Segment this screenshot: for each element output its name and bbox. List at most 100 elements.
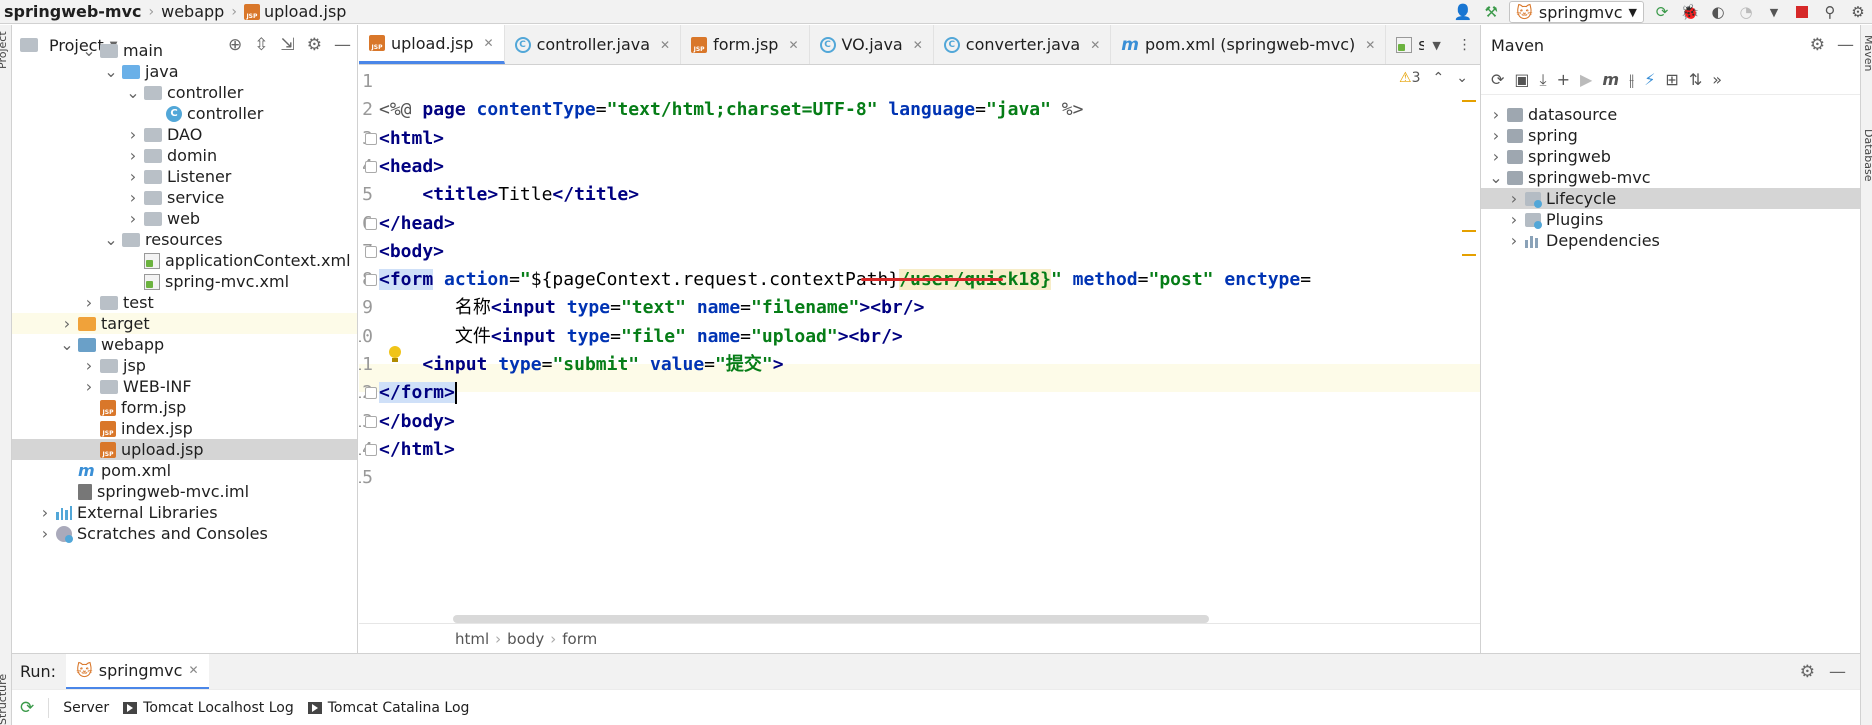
chevron-right-icon[interactable]: › (1507, 189, 1521, 208)
tree-item[interactable]: springweb-mvc.iml (12, 481, 357, 502)
editor-tab[interactable]: JSP upload.jsp ✕ (359, 25, 505, 64)
tree-item[interactable]: ⌄ webapp (12, 334, 357, 355)
more-options-icon[interactable]: ⋮ (1458, 37, 1472, 53)
breadcrumb-webapp[interactable]: webapp (157, 0, 228, 24)
maven-tree-item[interactable]: › spring (1481, 125, 1860, 146)
tree-item[interactable]: Ccontroller (12, 103, 357, 124)
horizontal-scrollbar[interactable] (453, 615, 1209, 623)
breadcrumb-form[interactable]: form (562, 630, 597, 648)
tomcat-catalina-log-tab[interactable]: Tomcat Catalina Log (307, 700, 469, 716)
hide-minus-icon[interactable]: — (1829, 662, 1846, 682)
maven-tree-item[interactable]: › datasource (1481, 104, 1860, 125)
chevron-right-icon[interactable]: › (126, 146, 140, 165)
build-hammer-icon[interactable]: ⚒ (1481, 2, 1501, 22)
database-strip-label[interactable]: Database (1862, 129, 1872, 182)
chevron-down-icon[interactable]: ⌄ (82, 41, 96, 60)
tree-item[interactable]: › External Libraries (12, 502, 357, 523)
chevron-right-icon[interactable]: › (1489, 126, 1503, 145)
fold-marker-icon[interactable] (365, 245, 377, 258)
fold-marker-icon[interactable] (365, 387, 377, 400)
tree-item[interactable]: › domin (12, 145, 357, 166)
tree-item[interactable]: › target (12, 313, 357, 334)
tree-item[interactable]: › WEB-INF (12, 376, 357, 397)
settings-gear-icon[interactable]: ⚙ (1800, 662, 1815, 682)
more-icon[interactable]: » (1712, 70, 1722, 89)
tree-item[interactable]: › test (12, 292, 357, 313)
collapse-icon[interactable]: ⇅ (1689, 70, 1702, 89)
fold-marker-icon[interactable] (365, 217, 377, 230)
chevron-right-icon[interactable]: › (60, 314, 74, 333)
maven-tree-item[interactable]: › springweb (1481, 146, 1860, 167)
chevron-right-icon[interactable]: › (82, 377, 96, 396)
error-stripe-marker[interactable] (1462, 230, 1476, 232)
error-stripe-marker[interactable] (1462, 254, 1476, 256)
chevron-right-icon[interactable]: › (126, 125, 140, 144)
next-highlight-icon[interactable]: ⌄ (1456, 70, 1468, 86)
fold-marker-icon[interactable] (365, 415, 377, 428)
maven-tree-item[interactable]: › Plugins (1481, 209, 1860, 230)
tree-item[interactable]: › service (12, 187, 357, 208)
stop-icon[interactable] (1792, 2, 1812, 22)
code-editor[interactable]: 123456789101112131415 <%@ page contentTy… (359, 66, 1480, 623)
tree-item[interactable]: › DAO (12, 124, 357, 145)
reload-icon[interactable]: ⟳ (1491, 70, 1504, 89)
tree-item[interactable]: ⌄ controller (12, 82, 357, 103)
profile-icon[interactable]: ◔ (1736, 2, 1756, 22)
tree-item[interactable]: ⌄ java (12, 61, 357, 82)
add-folder-icon[interactable]: ▣ (1514, 70, 1529, 89)
server-tab[interactable]: Server (63, 700, 109, 716)
editor-tab[interactable]: Ccontroller.java ✕ (505, 25, 682, 64)
close-icon[interactable]: ✕ (1090, 38, 1100, 52)
coverage-icon[interactable]: ◐ (1708, 2, 1728, 22)
close-icon[interactable]: ✕ (484, 36, 494, 50)
chevron-down-icon[interactable]: ⌄ (126, 83, 140, 102)
error-stripe-marker[interactable] (1462, 100, 1476, 102)
maven-tree-item[interactable]: › Dependencies (1481, 230, 1860, 251)
editor-tab[interactable]: JSP form.jsp ✕ (681, 25, 810, 64)
rerun-icon[interactable]: ⟳ (1652, 2, 1672, 22)
editor-tab[interactable]: m pom.xml (springweb-mvc) ✕ (1111, 25, 1387, 64)
chevron-right-icon[interactable]: › (1507, 210, 1521, 229)
chevron-right-icon[interactable]: › (126, 188, 140, 207)
tab-list-chevron-icon[interactable]: ▼ (1432, 39, 1440, 52)
fold-marker-icon[interactable] (365, 443, 377, 456)
run-icon[interactable]: ▶ (1580, 70, 1592, 89)
fold-marker-icon[interactable] (365, 274, 377, 287)
inspection-widget[interactable]: ⚠3 ⌃ ⌄ (1399, 70, 1468, 86)
chevron-right-icon[interactable]: › (38, 503, 52, 522)
settings-gear-icon[interactable]: ⚙ (1810, 35, 1825, 55)
breadcrumb-html[interactable]: html (455, 630, 489, 648)
run-config-select[interactable]: 🐱 springmvc ▼ (1509, 1, 1644, 23)
tree-item[interactable]: ⌄ main (12, 40, 357, 61)
chevron-right-icon[interactable]: › (126, 209, 140, 228)
settings-gear-icon[interactable]: ⚙ (1848, 2, 1868, 22)
close-icon[interactable]: ✕ (788, 38, 798, 52)
chevron-down-icon[interactable]: ⌄ (104, 62, 118, 81)
download-icon[interactable]: ⤓ (1540, 70, 1547, 90)
user-icon[interactable]: 👤 (1453, 2, 1473, 22)
maven-strip-label[interactable]: Maven (1862, 35, 1872, 71)
editor-tab[interactable]: Cconverter.java ✕ (934, 25, 1112, 64)
structure-strip-label[interactable]: Structure (0, 674, 9, 725)
chevron-right-icon[interactable]: › (1489, 105, 1503, 124)
hide-minus-icon[interactable]: — (1837, 35, 1854, 55)
breadcrumb-project[interactable]: springweb-mvc (0, 0, 146, 24)
lightbulb-icon[interactable] (388, 346, 402, 364)
chevron-right-icon[interactable]: › (82, 356, 96, 375)
editor-tab[interactable]: C VO.java ✕ (810, 25, 934, 64)
fold-marker-icon[interactable] (365, 132, 377, 145)
tree-item[interactable]: ⌄ resources (12, 229, 357, 250)
chevron-down-icon[interactable]: ⌄ (1489, 168, 1503, 187)
rerun-icon[interactable]: ⟳ (20, 698, 34, 718)
tree-item[interactable]: › web (12, 208, 357, 229)
chevron-right-icon[interactable]: › (82, 293, 96, 312)
chevron-right-icon[interactable]: › (38, 524, 52, 543)
show-dependencies-icon[interactable]: ⊞ (1665, 70, 1678, 89)
close-icon[interactable]: ✕ (913, 38, 923, 52)
tree-item[interactable]: m pom.xml (12, 460, 357, 481)
debug-bug-icon[interactable]: 🐞 (1680, 2, 1700, 22)
chevron-right-icon[interactable]: › (1507, 231, 1521, 250)
chevron-right-icon[interactable]: › (126, 167, 140, 186)
search-icon[interactable]: ⚲ (1820, 2, 1840, 22)
close-icon[interactable]: ✕ (1365, 38, 1375, 52)
